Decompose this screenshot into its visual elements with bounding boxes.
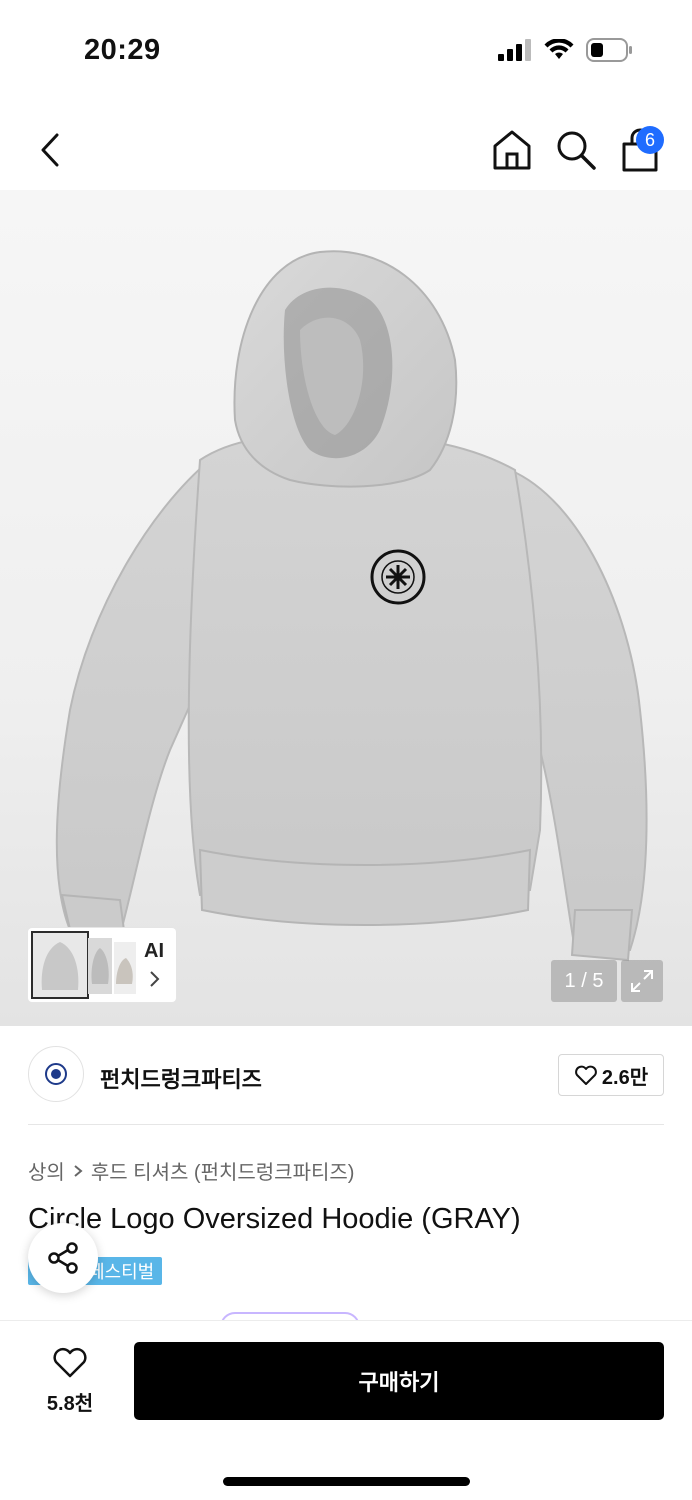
home-button[interactable] bbox=[490, 128, 534, 172]
breadcrumb: 상의 후드 티셔츠 (펀치드렁크파티즈) bbox=[28, 1156, 354, 1185]
thumbnail-images bbox=[31, 931, 136, 999]
home-indicator bbox=[223, 1477, 470, 1486]
brand-logo[interactable] bbox=[28, 1046, 84, 1102]
cellular-signal-icon bbox=[498, 39, 531, 61]
heart-icon bbox=[53, 1348, 87, 1378]
chevron-left-icon bbox=[41, 133, 59, 167]
share-button[interactable] bbox=[28, 1223, 98, 1293]
search-icon bbox=[557, 131, 596, 170]
chevron-right-icon bbox=[74, 1164, 83, 1177]
battery-icon bbox=[586, 38, 632, 62]
product-image[interactable] bbox=[0, 190, 692, 1026]
brand-like-button[interactable]: 2.6만 bbox=[558, 1054, 664, 1096]
hoodie-illustration bbox=[55, 250, 648, 962]
share-icon bbox=[48, 1242, 78, 1274]
cart-count-badge: 6 bbox=[636, 126, 664, 154]
page-counter: 1 / 5 bbox=[551, 960, 617, 1002]
expand-icon bbox=[631, 970, 653, 992]
expand-button[interactable] bbox=[621, 960, 663, 1002]
brand-name[interactable]: 펀치드렁크파티즈 bbox=[100, 1062, 262, 1094]
heart-icon bbox=[575, 1065, 597, 1085]
breadcrumb-category[interactable]: 상의 bbox=[28, 1156, 65, 1185]
search-button[interactable] bbox=[554, 128, 598, 172]
status-bar: 20:29 bbox=[0, 0, 692, 100]
status-time: 20:29 bbox=[84, 34, 161, 66]
brand-like-count: 2.6만 bbox=[601, 1066, 649, 1089]
bottom-bar: 5.8천 구매하기 bbox=[0, 1320, 692, 1500]
back-button[interactable] bbox=[30, 130, 70, 170]
wifi-icon bbox=[544, 39, 574, 59]
ai-label: AI bbox=[144, 940, 164, 962]
brand-row: 펀치드렁크파티즈 2.6만 bbox=[0, 1026, 692, 1126]
breadcrumb-subcategory[interactable]: 후드 티셔츠 (펀치드렁크파티즈) bbox=[91, 1156, 355, 1185]
divider bbox=[28, 1124, 664, 1125]
status-icons bbox=[498, 38, 634, 62]
product-title: Circle Logo Oversized Hoodie (GRAY) bbox=[28, 1203, 521, 1235]
wishlist-count: 5.8천 bbox=[46, 1393, 94, 1415]
thumbnail-strip[interactable]: AI bbox=[28, 928, 176, 1002]
chevron-right-icon bbox=[150, 971, 160, 987]
buy-button[interactable]: 구매하기 bbox=[134, 1342, 664, 1420]
wishlist-button[interactable]: 5.8천 bbox=[30, 1343, 110, 1419]
brand-logo-icon bbox=[45, 1063, 67, 1085]
home-icon bbox=[493, 130, 531, 170]
nav-bar bbox=[0, 112, 692, 188]
